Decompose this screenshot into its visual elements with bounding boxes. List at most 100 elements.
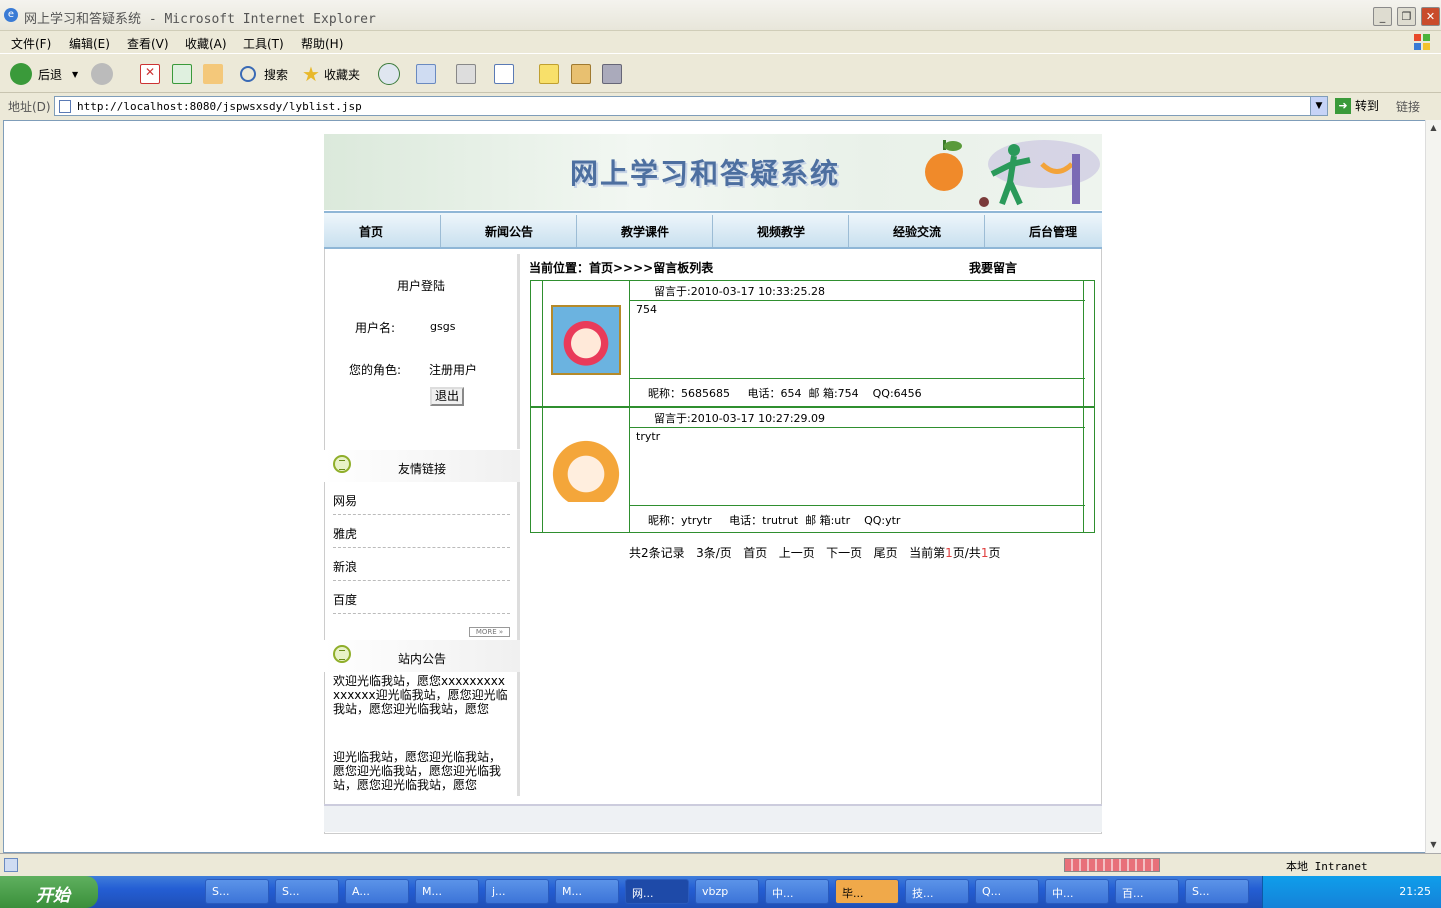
print-button[interactable] <box>456 62 476 86</box>
taskbar-item[interactable]: 技... <box>905 879 969 904</box>
more-button[interactable]: MORE » <box>469 627 510 637</box>
search-label: 搜索 <box>264 67 289 82</box>
link-netease[interactable]: 网易 <box>333 482 510 515</box>
forward-button[interactable] <box>91 62 113 86</box>
username-value: gsgs <box>430 320 456 333</box>
links-section-header: 友情链接 <box>324 450 520 482</box>
page-icon <box>59 100 71 113</box>
chevron-down-icon[interactable]: ▼ <box>1310 97 1327 115</box>
taskbar-item[interactable]: Q... <box>975 879 1039 904</box>
minimize-button[interactable]: _ <box>1373 7 1392 26</box>
logout-button[interactable]: 退出 <box>430 387 464 406</box>
pager-current-mid: 页/共 <box>952 546 981 560</box>
link-baidu[interactable]: 百度 <box>333 581 510 614</box>
links-section-title: 友情链接 <box>398 462 447 476</box>
page-status-icon <box>4 858 18 872</box>
user-avatar <box>551 432 621 502</box>
nav-video[interactable]: 视频教学 <box>734 223 828 240</box>
back-button[interactable]: 后退 ▼ <box>10 62 78 86</box>
pager-prev[interactable]: 上一页 <box>779 546 815 560</box>
history-icon <box>378 63 400 85</box>
browser-viewport: 网上学习和答疑系统 首页 新闻公告 教学课件 视频教学 经验交流 后台管理 用户… <box>3 120 1438 853</box>
pager-current: 1 <box>945 546 953 560</box>
mail-button[interactable] <box>416 62 436 86</box>
user-avatar <box>551 305 621 375</box>
note-icon <box>539 64 559 84</box>
message-table: 留言于:2010-03-17 10:33:25.28 754 昵称：568568… <box>530 280 1095 533</box>
menu-edit[interactable]: 编辑(E) <box>69 35 110 52</box>
write-message-link[interactable]: 我要留言 <box>969 259 1017 276</box>
nav-admin[interactable]: 后台管理 <box>1006 223 1100 240</box>
list-icon <box>333 455 351 473</box>
pager-next[interactable]: 下一页 <box>826 546 862 560</box>
taskbar: 开始 S... S... A... M... j... M... 网... vb… <box>0 876 1441 908</box>
system-tray: 21:25 <box>1262 876 1441 908</box>
menu-favorites[interactable]: 收藏(A) <box>185 35 227 52</box>
favorites-label: 收藏夹 <box>323 67 360 82</box>
nav-courseware[interactable]: 教学课件 <box>598 223 692 240</box>
taskbar-item[interactable]: S... <box>275 879 339 904</box>
link-sina[interactable]: 新浪 <box>333 548 510 581</box>
nav-news[interactable]: 新闻公告 <box>462 223 556 240</box>
nav-experience[interactable]: 经验交流 <box>870 223 964 240</box>
edit-button[interactable] <box>494 62 514 86</box>
stop-button[interactable]: ✕ <box>140 62 160 86</box>
discuss-button[interactable] <box>539 62 559 86</box>
taskbar-item-active[interactable]: 网... <box>625 879 689 904</box>
menu-bar: 文件(F) 编辑(E) 查看(V) 收藏(A) 工具(T) 帮助(H) <box>0 31 1441 53</box>
taskbar-item[interactable]: 中... <box>765 879 829 904</box>
scroll-down-icon[interactable]: ▼ <box>1426 837 1441 853</box>
menu-help[interactable]: 帮助(H) <box>301 35 343 52</box>
address-label: 地址(D) <box>8 100 51 114</box>
taskbar-item[interactable]: S... <box>1185 879 1249 904</box>
restore-button[interactable]: ❐ <box>1397 7 1416 26</box>
clock: 21:25 <box>1399 885 1431 898</box>
security-zone: 本地 Intranet <box>1286 860 1368 873</box>
forward-arrow-icon <box>91 63 113 85</box>
menu-view[interactable]: 查看(V) <box>127 35 169 52</box>
menu-tools[interactable]: 工具(T) <box>243 35 284 52</box>
book-icon <box>571 64 591 84</box>
messenger-button[interactable] <box>602 62 622 86</box>
banner-illustration <box>925 140 1100 207</box>
favorites-button[interactable]: ★ 收藏夹 <box>302 62 360 86</box>
research-button[interactable] <box>571 62 591 86</box>
site-banner: 网上学习和答疑系统 <box>324 134 1102 210</box>
search-button[interactable]: 搜索 <box>240 62 288 86</box>
username-label: 用户名: <box>355 321 396 335</box>
print-icon <box>456 64 476 84</box>
windows-logo-icon <box>1414 34 1430 50</box>
history-button[interactable] <box>378 62 400 86</box>
progress-bar <box>1064 858 1160 872</box>
notice-text-1: 欢迎光临我站，愿您xxxxxxxxxxxxxxx迎光临我站，愿您迎光临我站，愿您… <box>333 674 508 716</box>
go-button[interactable]: ➜ 转到 <box>1335 97 1379 114</box>
address-input[interactable]: http://localhost:8080/jspwsxsdy/lyblist.… <box>54 96 1328 116</box>
taskbar-item[interactable]: A... <box>345 879 409 904</box>
taskbar-item[interactable]: 中... <box>1045 879 1109 904</box>
window-title: 网上学习和答疑系统 - Microsoft Internet Explorer <box>24 12 376 27</box>
taskbar-item[interactable]: 百... <box>1115 879 1179 904</box>
taskbar-item[interactable]: S... <box>205 879 269 904</box>
pager-first[interactable]: 首页 <box>743 546 767 560</box>
start-button[interactable]: 开始 <box>0 876 98 908</box>
message-time: 留言于:2010-03-17 10:27:29.09 <box>629 408 1085 428</box>
scroll-up-icon[interactable]: ▲ <box>1426 120 1441 136</box>
taskbar-item[interactable]: M... <box>415 879 479 904</box>
links-button[interactable]: 链接 <box>1396 98 1420 115</box>
nav-home[interactable]: 首页 <box>324 223 418 240</box>
taskbar-item[interactable]: vbzp <box>695 879 759 904</box>
refresh-icon <box>172 64 192 84</box>
taskbar-item-flashing[interactable]: 毕... <box>835 879 899 904</box>
message-contact: 昵称：5685685 电话：654 邮 箱:754 QQ:6456 <box>629 379 1085 406</box>
menu-file[interactable]: 文件(F) <box>11 35 51 52</box>
taskbar-item[interactable]: M... <box>555 879 619 904</box>
refresh-button[interactable] <box>172 62 192 86</box>
home-button[interactable] <box>203 62 223 86</box>
pager-last[interactable]: 尾页 <box>874 546 898 560</box>
close-button[interactable]: ✕ <box>1421 7 1440 26</box>
notice-section-title: 站内公告 <box>398 652 447 666</box>
vertical-scrollbar[interactable]: ▲ ▼ <box>1425 120 1441 853</box>
taskbar-item[interactable]: j... <box>485 879 549 904</box>
message-row: 留言于:2010-03-17 10:27:29.09 trytr 昵称：ytry… <box>531 408 1094 533</box>
link-yahoo[interactable]: 雅虎 <box>333 515 510 548</box>
